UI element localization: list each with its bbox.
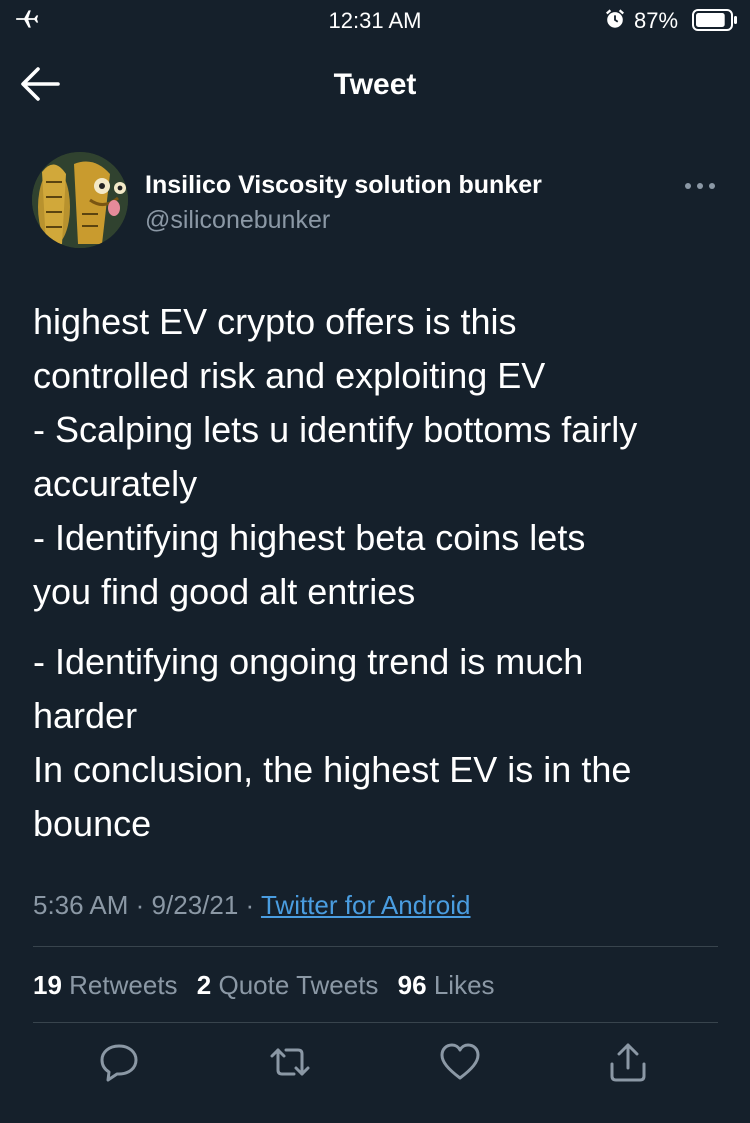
divider (33, 1022, 718, 1023)
tweet-line: - Identifying highest beta coins lets (33, 517, 586, 558)
meta-separator: · (245, 890, 255, 920)
divider (33, 946, 718, 947)
display-name[interactable]: Insilico Viscosity solution bunker (145, 171, 542, 200)
avatar[interactable] (32, 152, 128, 248)
retweets-stat[interactable]: 19 Retweets (33, 970, 178, 1000)
tweet-line: - Scalping lets u identify bottoms fairl… (33, 409, 638, 450)
user-handle[interactable]: @siliconebunker (145, 206, 330, 235)
likes-count: 96 (397, 970, 427, 1000)
retweets-count: 19 (33, 970, 62, 1000)
tweet-line: bounce (33, 803, 152, 844)
tweet-line: highest EV crypto offers is this (33, 301, 517, 342)
tweet-line: harder (33, 695, 138, 736)
tweet-line: accurately (33, 463, 198, 504)
tweet-line: you find good alt entries (33, 571, 416, 612)
alarm-icon (605, 9, 625, 28)
tweet-line: controlled risk and exploiting EV (33, 355, 546, 396)
like-icon[interactable] (438, 1040, 482, 1084)
tweet-time: 5:36 AM (33, 890, 129, 920)
battery-icon (692, 9, 737, 31)
tweet-line: In conclusion, the highest EV is in the (33, 749, 632, 790)
tweet-meta: 5:36 AM · 9/23/21 · Twitter for Android (33, 890, 471, 921)
tweet-stats: 19 Retweets 2 Quote Tweets 96 Likes (33, 970, 507, 1001)
more-dots-icon[interactable] (680, 176, 720, 196)
quote-tweets-stat[interactable]: 2 Quote Tweets (197, 970, 379, 1000)
reply-icon[interactable] (97, 1040, 141, 1084)
tweet-actions (0, 1040, 750, 1090)
quotes-label: Quote Tweets (218, 970, 379, 1000)
page-title: Tweet (333, 68, 417, 101)
share-icon[interactable] (606, 1040, 650, 1084)
tweet-date: 9/23/21 (151, 890, 239, 920)
status-bar: 12:31 AM 87% (0, 0, 750, 42)
tweet-line: - Identifying ongoing trend is much (33, 641, 584, 682)
retweets-label: Retweets (69, 970, 178, 1000)
likes-stat[interactable]: 96 Likes (398, 970, 495, 1000)
tweet-source-link[interactable]: Twitter for Android (261, 890, 471, 920)
meta-separator: · (135, 890, 145, 920)
likes-label: Likes (433, 970, 495, 1000)
retweet-icon[interactable] (268, 1040, 312, 1084)
tweet-text: highest EV crypto offers is this control… (33, 295, 733, 851)
battery-percent: 87% (634, 8, 679, 33)
tweet-author: Insilico Viscosity solution bunker @sili… (32, 152, 722, 252)
quotes-count: 2 (196, 970, 212, 1000)
nav-bar: Tweet (0, 50, 750, 120)
